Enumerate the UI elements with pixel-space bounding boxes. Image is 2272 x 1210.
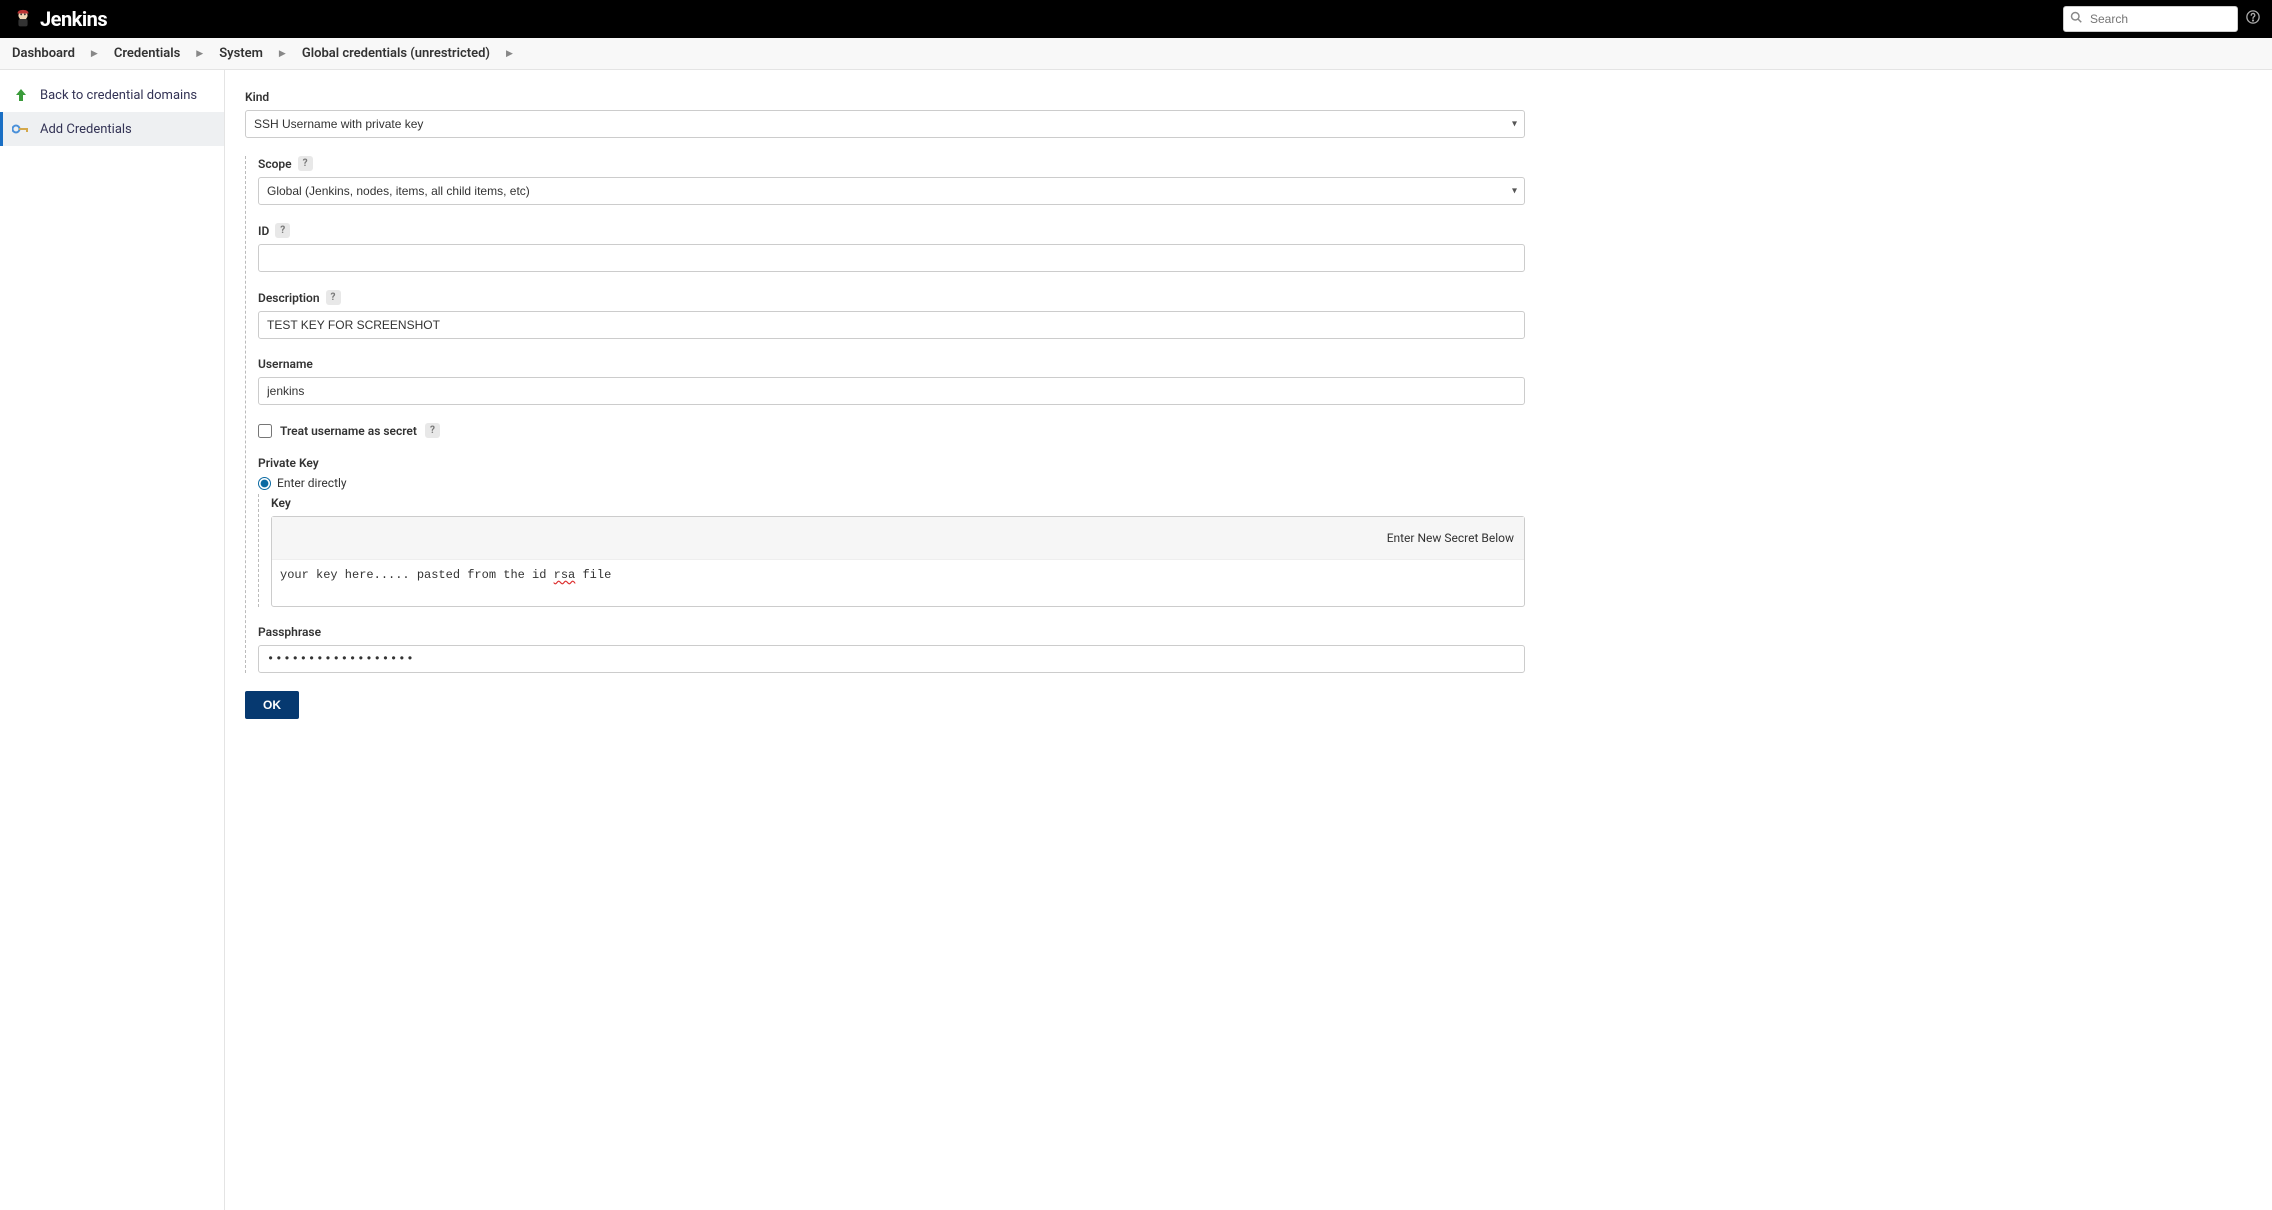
sidebar-item-label: Add Credentials <box>40 122 132 137</box>
breadcrumb-dashboard[interactable]: Dashboard <box>12 46 75 61</box>
help-icon[interactable]: ? <box>275 223 290 238</box>
search-input[interactable] <box>2063 6 2238 32</box>
search-icon <box>2070 11 2082 27</box>
enter-directly-radio[interactable] <box>258 477 271 490</box>
breadcrumb-global[interactable]: Global credentials (unrestricted) <box>302 46 490 61</box>
help-icon[interactable]: ? <box>326 290 341 305</box>
brand[interactable]: Jenkins <box>12 7 107 31</box>
sidebar: Back to credential domains Add Credentia… <box>0 70 225 1210</box>
username-input[interactable] <box>258 377 1525 405</box>
kind-label: Kind <box>245 90 1525 104</box>
passphrase-input[interactable] <box>258 645 1525 673</box>
scope-label: Scope <box>258 157 292 171</box>
treat-secret-checkbox[interactable] <box>258 424 272 438</box>
secret-header: Enter New Secret Below <box>272 517 1524 560</box>
sidebar-item-back[interactable]: Back to credential domains <box>0 78 224 112</box>
help-icon[interactable] <box>2246 10 2260 28</box>
chevron-right-icon: ▶ <box>196 49 203 59</box>
search-box <box>2063 6 2238 32</box>
help-icon[interactable]: ? <box>425 423 440 438</box>
key-textarea[interactable]: your key here..... pasted from the id rs… <box>272 560 1524 606</box>
brand-title: Jenkins <box>40 7 107 31</box>
username-label: Username <box>258 357 1525 371</box>
treat-secret-label[interactable]: Treat username as secret <box>280 424 417 438</box>
enter-directly-label[interactable]: Enter directly <box>277 476 347 490</box>
id-label: ID <box>258 224 269 238</box>
breadcrumb-system[interactable]: System <box>219 46 263 61</box>
breadcrumb-bar: Dashboard ▶ Credentials ▶ System ▶ Globa… <box>0 38 2272 70</box>
chevron-right-icon: ▶ <box>91 49 98 59</box>
chevron-right-icon: ▶ <box>279 49 286 59</box>
sidebar-item-add-credentials[interactable]: Add Credentials <box>0 112 224 146</box>
ok-button[interactable]: OK <box>245 691 299 719</box>
secret-box: Enter New Secret Below your key here....… <box>271 516 1525 607</box>
scope-select[interactable]: Global (Jenkins, nodes, items, all child… <box>258 177 1525 205</box>
private-key-label: Private Key <box>258 456 1525 470</box>
sidebar-item-label: Back to credential domains <box>40 88 197 103</box>
chevron-right-icon: ▶ <box>506 49 513 59</box>
up-arrow-icon <box>12 86 30 104</box>
passphrase-label: Passphrase <box>258 625 1525 639</box>
key-icon <box>12 120 30 138</box>
main-form: Kind SSH Username with private key ▾ Sco… <box>225 70 1555 1210</box>
topbar-right <box>2063 6 2260 32</box>
id-input[interactable] <box>258 244 1525 272</box>
key-label: Key <box>271 496 1525 510</box>
jenkins-logo-icon <box>12 8 34 30</box>
help-icon[interactable]: ? <box>298 156 313 171</box>
breadcrumb-credentials[interactable]: Credentials <box>114 46 180 61</box>
topbar: Jenkins <box>0 0 2272 38</box>
kind-select[interactable]: SSH Username with private key <box>245 110 1525 138</box>
description-label: Description <box>258 291 320 305</box>
description-input[interactable] <box>258 311 1525 339</box>
